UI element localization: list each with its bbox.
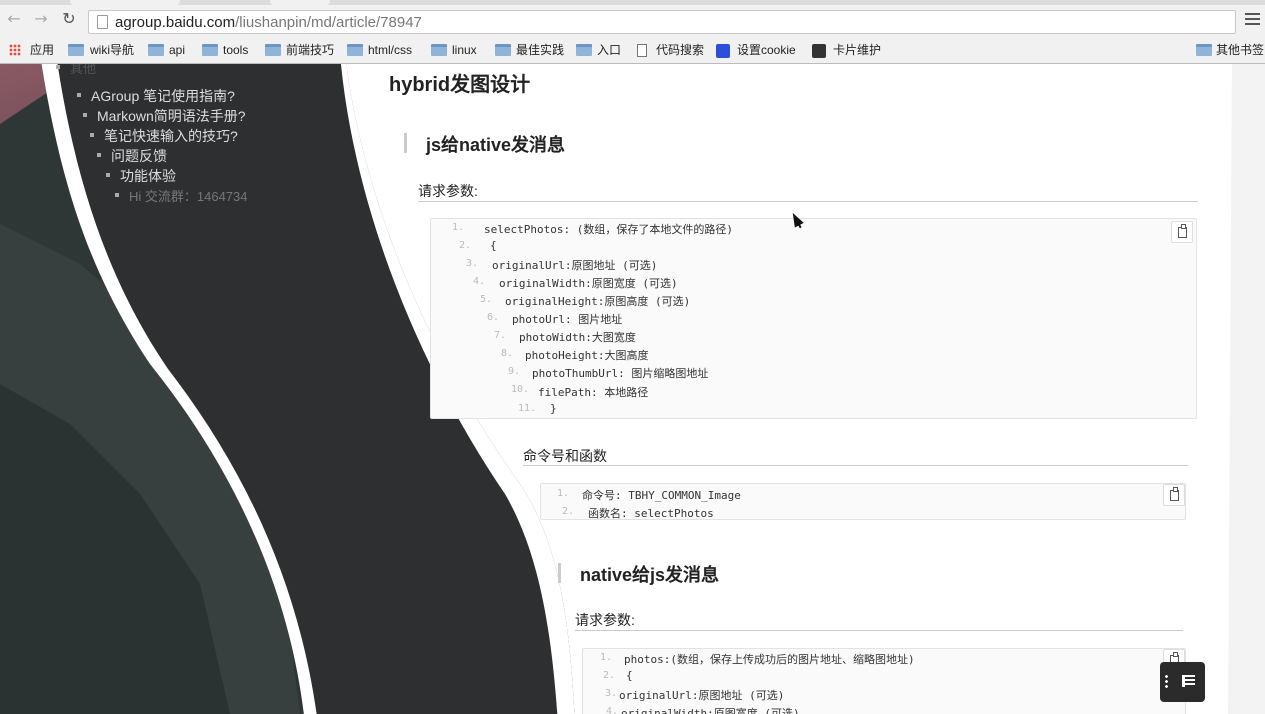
code-line: originalWidth:原图宽度 (可选) xyxy=(499,277,678,290)
copy-button[interactable] xyxy=(1171,221,1193,243)
page-viewport: 其他 AGroup 笔记使用指南? Markown简明语法手册? 笔记快速输入的… xyxy=(0,64,1265,714)
code-line: originalUrl:原图地址 (可选) xyxy=(619,689,785,702)
code-line: selectPhotos: (数组，保存了本地文件的路径) xyxy=(484,223,733,236)
line-number: 1. xyxy=(557,488,570,499)
bookmark-entry[interactable]: 入口 xyxy=(576,42,622,58)
line-number: 3. xyxy=(466,258,479,269)
toc-item[interactable]: Markown简明语法手册? xyxy=(83,106,246,126)
folder-icon xyxy=(495,44,511,56)
divider xyxy=(418,201,1198,202)
folder-icon xyxy=(148,44,164,56)
bookmark-other[interactable]: 其他书签 xyxy=(1196,42,1264,58)
forward-icon[interactable]: → xyxy=(33,11,49,27)
list-icon xyxy=(1182,675,1195,687)
code-line: photoHeight:大图高度 xyxy=(525,349,649,362)
params-label: 请求参数: xyxy=(418,183,478,199)
folder-icon xyxy=(265,44,281,56)
tab-strip xyxy=(0,0,1265,5)
code-line: photoUrl: 图片地址 xyxy=(512,313,623,326)
divider xyxy=(575,630,1183,631)
line-number: 5. xyxy=(480,294,493,305)
line-number: 1. xyxy=(452,222,465,233)
url-path: /liushanpin/md/article/78947 xyxy=(235,14,422,31)
code-line: filePath: 本地路径 xyxy=(538,386,649,399)
copy-button[interactable] xyxy=(1163,484,1185,506)
toc-item[interactable]: 其他 xyxy=(55,64,96,77)
bookmark-apps[interactable]: 应用 xyxy=(9,42,59,58)
line-number: 2. xyxy=(459,240,472,251)
bookmark-linux[interactable]: linux xyxy=(431,42,481,58)
code-line: { xyxy=(626,669,633,682)
page-icon xyxy=(637,44,647,57)
line-number: 4. xyxy=(473,276,486,287)
line-number: 6. xyxy=(487,312,500,323)
code-line: photoWidth:大图宽度 xyxy=(519,331,636,344)
code-line: originalHeight:原图高度 (可选) xyxy=(505,295,691,308)
params-label: 请求参数: xyxy=(575,612,635,628)
address-bar[interactable]: agroup.baidu.com/liushanpin/md/article/7… xyxy=(88,10,1236,34)
line-number: 10. xyxy=(511,384,530,395)
url-text[interactable]: agroup.baidu.com/liushanpin/md/article/7… xyxy=(115,14,422,31)
page-icon xyxy=(97,15,108,29)
triangle-icon xyxy=(812,44,826,58)
cmd-label: 命令号和函数 xyxy=(523,448,607,464)
bookmark-htmlcss[interactable]: html/css xyxy=(347,42,419,58)
bookmarks-bar: 应用 wiki导航 api tools 前端技巧 html/css linux … xyxy=(0,36,1265,64)
bookmark-code-search[interactable]: 代码搜索 xyxy=(637,42,704,58)
bookmark-wiki[interactable]: wiki导航 xyxy=(68,42,138,58)
folder-icon xyxy=(1196,44,1212,56)
section-heading: native给js发消息 xyxy=(557,561,719,587)
apps-icon xyxy=(9,44,21,56)
folder-icon xyxy=(576,44,592,56)
line-number: 7. xyxy=(494,330,507,341)
toc-item[interactable]: AGroup 笔记使用指南? xyxy=(77,86,235,106)
browser-toolbar: ← → ↻ agroup.baidu.com/liushanpin/md/art… xyxy=(0,0,1265,36)
line-number: 1. xyxy=(600,652,613,663)
line-number: 2. xyxy=(603,670,616,681)
toc-item[interactable]: 功能体验 xyxy=(106,166,176,186)
line-number: 9. xyxy=(508,366,521,377)
paw-icon xyxy=(716,44,730,58)
code-line: } xyxy=(550,402,557,415)
section-heading: js给native发消息 xyxy=(403,131,565,157)
browser-tab[interactable] xyxy=(70,0,180,5)
more-icon xyxy=(1165,674,1168,688)
bookmark-best-practice[interactable]: 最佳实践 xyxy=(495,42,564,58)
reload-icon[interactable]: ↻ xyxy=(61,11,77,27)
folder-icon xyxy=(347,44,363,56)
bookmark-cookie[interactable]: 设置cookie xyxy=(716,42,798,58)
bookmark-tools[interactable]: tools xyxy=(202,42,254,58)
line-number: 4. xyxy=(606,706,619,714)
toc-item[interactable]: 问题反馈 xyxy=(97,146,167,166)
code-line: { xyxy=(490,239,497,252)
divider xyxy=(523,465,1188,466)
back-icon[interactable]: ← xyxy=(6,11,22,27)
line-number: 11. xyxy=(518,403,537,414)
bookmark-api[interactable]: api xyxy=(148,42,190,58)
code-line: photos:(数组，保存上传成功后的图片地址、缩略图地址) xyxy=(624,653,915,666)
toc-item[interactable]: 笔记快速输入的技巧? xyxy=(90,126,238,146)
browser-tab[interactable] xyxy=(270,0,330,5)
folder-icon xyxy=(68,44,84,56)
code-line: originalWidth:原图宽度 (可选) xyxy=(621,707,800,714)
code-line: originalUrl:原图地址 (可选) xyxy=(492,259,658,272)
code-line: 命令号: TBHY_COMMON_Image xyxy=(582,489,741,502)
toc-item[interactable]: Hi 交流群：1464734 xyxy=(115,186,248,205)
toc-toggle-button[interactable] xyxy=(1160,662,1205,702)
folder-icon xyxy=(431,44,447,56)
copy-icon xyxy=(1178,224,1187,238)
url-host: agroup.baidu.com xyxy=(115,14,236,31)
line-number: 8. xyxy=(501,348,514,359)
copy-icon xyxy=(1170,487,1179,501)
line-number: 3. xyxy=(605,688,618,699)
article-title: hybrid发图设计 xyxy=(389,74,531,96)
folder-icon xyxy=(202,44,218,56)
bookmark-card[interactable]: 卡片维护 xyxy=(812,42,881,58)
bookmark-frontend[interactable]: 前端技巧 xyxy=(265,42,335,58)
code-line: photoThumbUrl: 图片缩略图地址 xyxy=(532,367,709,380)
code-line: 函数名: selectPhotos xyxy=(588,507,714,520)
menu-icon[interactable] xyxy=(1245,13,1260,25)
line-number: 2. xyxy=(562,506,575,517)
